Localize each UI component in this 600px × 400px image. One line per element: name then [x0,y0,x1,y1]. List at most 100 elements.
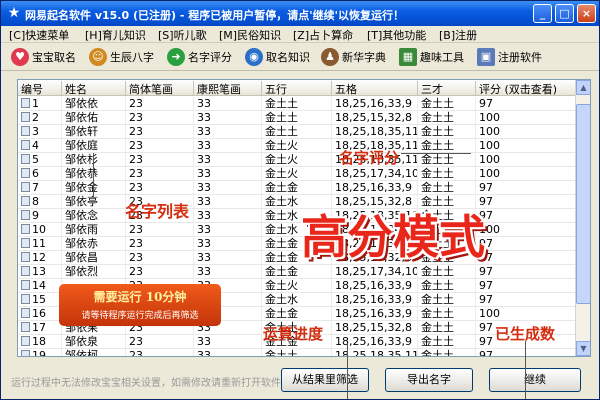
column-header[interactable]: 编号 [18,81,62,96]
toolbar-register[interactable]: ▣ 注册软件 [477,45,542,69]
annotation-line [401,153,471,154]
toolbar-birth-chart[interactable]: ☺ 生辰八字 [89,45,154,69]
row-number: 11 [32,237,46,250]
table-cell: 97 [476,349,576,356]
row-number: 3 [32,125,39,138]
document-icon [21,126,30,136]
table-cell: 33 [194,251,262,265]
table-row[interactable]: 1 邹依依 23 33 金土土 18,25,16,33,9 金土土 97 [18,97,576,111]
column-header[interactable]: 简体笔画 [126,81,194,96]
toolbar-name-score[interactable]: ➜ 名字评分 [167,45,232,69]
status-text: 运行过程中无法修改宝宝相关设置，如需修改请重新打开软件 [11,378,281,389]
table-row[interactable]: 11 邹依赤 23 33 金土金 18,25,16,33,9 金土土 97 [18,237,576,251]
vertical-scrollbar[interactable]: ▲ ▼ [575,80,590,356]
table-row[interactable]: 2 邹依佑 23 33 金土土 18,25,15,32,8 金土土 100 [18,111,576,125]
table-cell: 金土土 [418,153,476,167]
table-cell: 金土水 [262,293,332,307]
star-icon: ★ [7,5,21,21]
document-icon [21,140,30,150]
toolbar-label: 名字评分 [188,51,232,64]
table-cell: 23 [126,167,194,181]
table-cell: 18,25,16,33,9 [332,97,418,111]
menu-other[interactable]: [T]其他功能 [367,27,426,43]
toolbar-baby-naming[interactable]: ♥ 宝宝取名 [11,45,76,69]
table-cell: 100 [476,153,576,167]
menu-songs[interactable]: [S]听儿歌 [158,27,207,43]
document-icon [21,112,30,122]
table-row[interactable]: 7 邹依金 23 33 金土金 18,25,16,33,9 金土土 97 [18,181,576,195]
table-cell: 8 [18,195,62,209]
table-cell: 金土土 [418,97,476,111]
table-row[interactable]: 19 邹依柯 23 33 金土土 18,25,18,35,11 金土土 97 [18,349,576,357]
column-header[interactable]: 康熙笔画 [194,81,262,96]
filter-results-button[interactable]: 从结果里筛选 [281,368,369,392]
table-cell: 23 [126,97,194,111]
table-row[interactable]: 5 邹依杉 23 33 金土火 18,25,18,35,11 金土土 100 [18,153,576,167]
toolbar-fun-tools[interactable]: ▦ 趣味工具 [399,45,464,69]
table-row[interactable]: 4 邹依庭 23 33 金土火 18,25,18,35,11 金土土 100 [18,139,576,153]
table-row[interactable]: 6 邹依恭 23 33 金土火 18,25,17,34,10 金土土 100 [18,167,576,181]
table-row[interactable]: 3 邹依轩 23 33 金土土 18,25,18,35,11 金土土 100 [18,125,576,139]
table-cell: 18,25,16,33,9 [332,279,418,293]
table-cell: 33 [194,181,262,195]
column-header[interactable]: 三才 [418,81,476,96]
column-header[interactable]: 姓名 [62,81,126,96]
table-cell: 金土火 [262,167,332,181]
table-cell: 18,25,16,33,9 [332,181,418,195]
scroll-down-icon[interactable]: ▼ [576,341,590,356]
toolbar-dictionary[interactable]: ♟ 新华字典 [321,45,386,69]
row-number: 16 [32,307,46,320]
table-cell: 16 [18,307,62,321]
table-cell: 17 [18,321,62,335]
toolbar-naming-knowledge[interactable]: ◉ 取名知识 [245,45,310,69]
annotation-high-score-mode: 高分模式 [301,210,485,264]
table-row[interactable]: 12 邹依昌 23 33 金土金 18,25,15,32,8 金土土 97 [18,251,576,265]
person-icon: ♟ [321,48,339,66]
row-number: 19 [32,349,46,357]
table-cell: 13 [18,265,62,279]
windows-icon: ▦ [399,48,417,66]
table-row[interactable]: 13 邹依烈 23 33 金土金 18,25,17,34,10 金土土 97 [18,265,576,279]
export-names-button[interactable]: 导出名字 [385,368,473,392]
close-button[interactable]: × [577,4,596,23]
table-cell: 金土土 [418,265,476,279]
table-cell: 33 [194,265,262,279]
table-cell: 金土土 [418,139,476,153]
table-header: 编号 姓名 简体笔画 康熙笔画 五行 五格 三才 评分 (双击查看) [18,80,576,96]
table-cell: 97 [476,181,576,195]
table-cell: 2 [18,111,62,125]
maximize-button[interactable]: □ [555,4,574,23]
row-number: 9 [32,209,39,222]
menu-folklore[interactable]: [M]民俗知识 [219,27,281,43]
table-cell: 33 [194,153,262,167]
table-cell: 邹依佑 [62,111,126,125]
column-header[interactable]: 评分 (双击查看) [476,81,576,96]
row-number: 7 [32,181,39,194]
menu-divination[interactable]: [Z]占卜算命 [293,27,353,43]
table-cell: 33 [194,237,262,251]
row-number: 10 [32,223,46,236]
scroll-up-icon[interactable]: ▲ [576,80,590,95]
row-number: 17 [32,321,46,334]
table-cell: 金土金 [262,265,332,279]
column-header[interactable]: 五格 [332,81,418,96]
table-row[interactable]: 8 邹依亭 23 33 金土水 18,25,15,32,8 金土土 97 [18,195,576,209]
toolbar-label: 新华字典 [342,51,386,64]
scroll-thumb[interactable] [576,104,590,304]
toolbar-label: 宝宝取名 [32,51,76,64]
table-cell: 97 [476,209,576,223]
table-row[interactable]: 9 邹依念 23 33 金土水 18,25,18,35,11 金土土 97 [18,209,576,223]
menu-register[interactable]: [B]注册 [439,27,477,43]
table-cell: 金土土 [418,279,476,293]
table-row[interactable]: 10 邹依雨 23 33 金土水 18,25,17,34,10 金土土 100 [18,223,576,237]
column-header[interactable]: 五行 [262,81,332,96]
continue-button[interactable]: 继续 [489,368,581,392]
table-cell: 金土火 [262,139,332,153]
table-cell: 邹依柯 [62,349,126,356]
table-cell: 邹依赤 [62,237,126,251]
minimize-button[interactable]: _ [533,4,552,23]
menu-parenting[interactable]: [H]育儿知识 [85,27,146,43]
menu-quick[interactable]: [C]快速菜单 [9,27,69,43]
table-cell: 邹依泉 [62,335,126,349]
document-icon [21,98,30,108]
